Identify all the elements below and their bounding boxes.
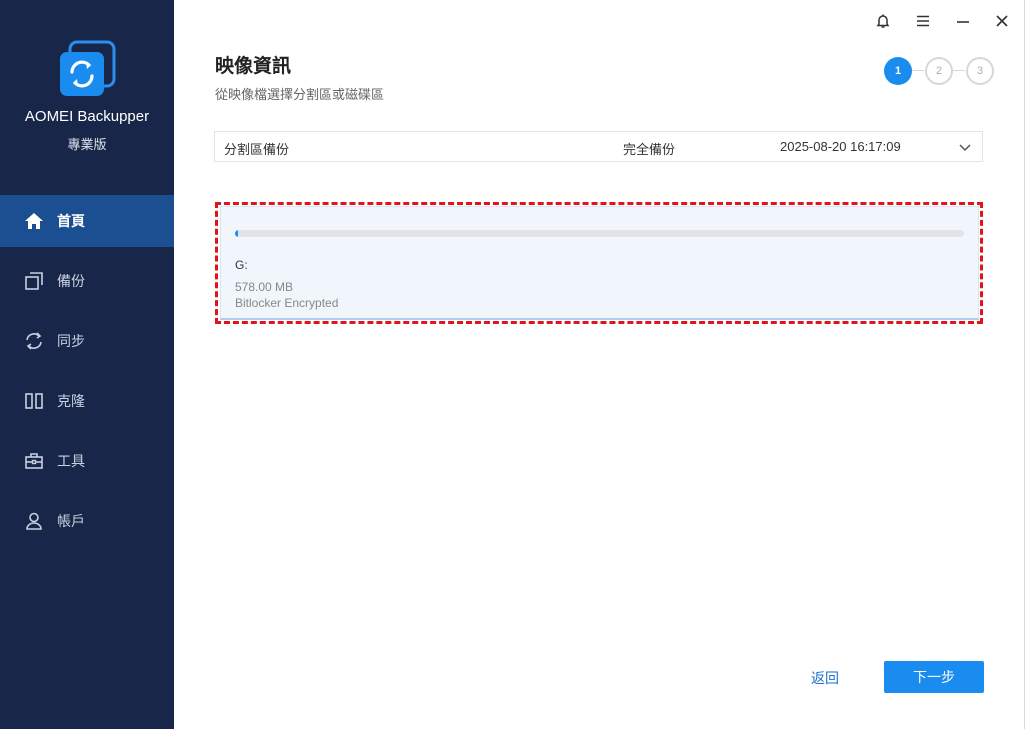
next-button[interactable]: 下一步 xyxy=(884,661,984,693)
backup-timestamp: 2025-08-20 16:17:09 xyxy=(780,139,901,154)
user-icon xyxy=(24,511,44,531)
sidebar-item-label: 備份 xyxy=(57,273,85,289)
step-indicator: 1 2 3 xyxy=(884,57,994,85)
step-3: 3 xyxy=(966,57,994,85)
backup-copy-icon xyxy=(24,271,44,291)
close-icon[interactable] xyxy=(990,10,1014,32)
sidebar-item-backup[interactable]: 備份 xyxy=(0,255,174,307)
back-button[interactable]: 返回 xyxy=(793,662,857,693)
step-2: 2 xyxy=(925,57,953,85)
home-icon xyxy=(24,211,44,231)
chevron-down-icon[interactable] xyxy=(958,140,972,154)
step-1: 1 xyxy=(884,57,912,85)
sidebar-nav: 首頁 備份 同步 克隆 工具 帳戶 xyxy=(0,195,174,555)
sidebar-item-label: 同步 xyxy=(57,333,85,349)
page-title: 映像資訊 xyxy=(215,56,292,77)
sidebar-item-label: 工具 xyxy=(57,453,85,469)
hamburger-menu-icon[interactable] xyxy=(911,10,935,32)
sync-logo-icon xyxy=(58,40,116,98)
toolbox-icon xyxy=(24,451,44,471)
sidebar-item-label: 克隆 xyxy=(57,393,85,409)
selection-highlight xyxy=(215,202,983,324)
step-connector xyxy=(953,70,965,71)
backup-mode: 完全備份 xyxy=(623,142,676,157)
sidebar-item-label: 帳戶 xyxy=(57,513,85,529)
app-edition: 專業版 xyxy=(67,137,107,152)
sidebar-item-clone[interactable]: 克隆 xyxy=(0,375,174,427)
page-subtitle: 從映像檔選擇分割區或磁碟區 xyxy=(215,87,385,102)
sidebar-item-sync[interactable]: 同步 xyxy=(0,315,174,367)
minimize-icon[interactable] xyxy=(951,10,975,32)
bell-icon[interactable] xyxy=(871,10,895,32)
backup-image-select[interactable]: 分割區備份 完全備份 2025-08-20 16:17:09 xyxy=(214,131,983,162)
sidebar-item-label: 首頁 xyxy=(57,213,85,229)
sync-icon xyxy=(24,331,44,351)
sidebar-item-home[interactable]: 首頁 xyxy=(0,195,174,247)
sidebar: AOMEI Backupper 專業版 首頁 備份 同步 克隆 工具 帳戶 xyxy=(0,0,174,729)
clone-icon xyxy=(24,391,44,411)
app-name: AOMEI Backupper xyxy=(24,108,150,125)
sidebar-item-tools[interactable]: 工具 xyxy=(0,435,174,487)
backup-type: 分割區備份 xyxy=(224,142,290,157)
step-connector xyxy=(912,70,924,71)
sidebar-item-account[interactable]: 帳戶 xyxy=(0,495,174,547)
